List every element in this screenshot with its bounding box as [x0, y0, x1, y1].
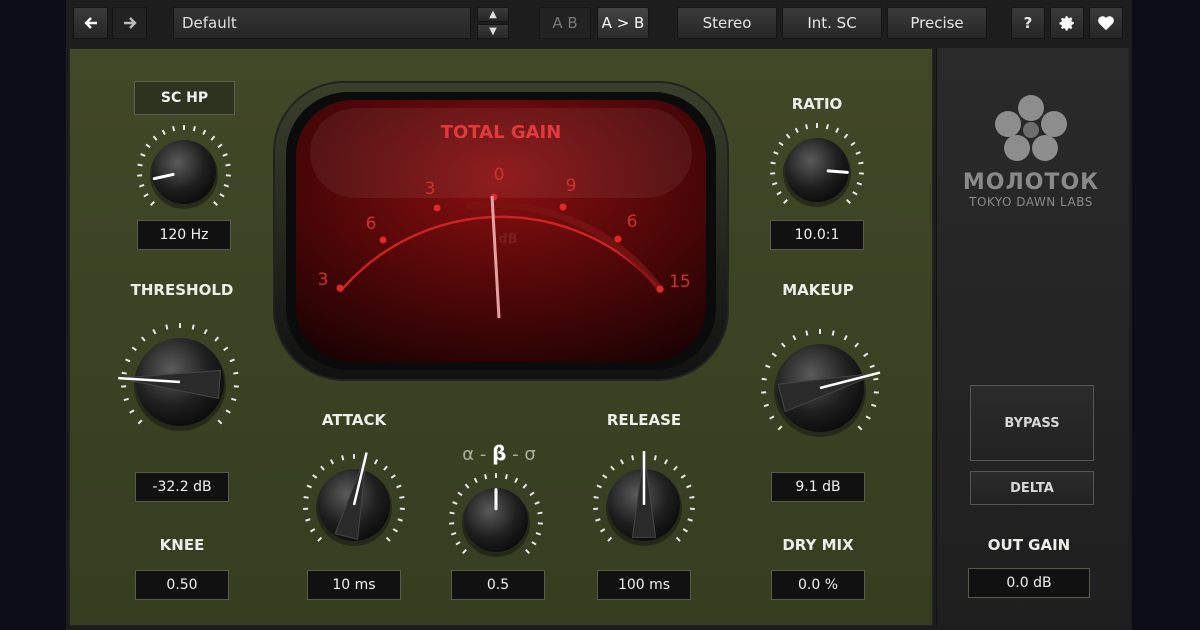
a-to-b-label: A > B: [601, 14, 645, 32]
meter-title: TOTAL GAIN: [440, 122, 562, 143]
knee-value[interactable]: 0.50: [135, 570, 229, 600]
meter-tick: [379, 236, 387, 244]
stereo-button[interactable]: Stereo: [677, 7, 777, 39]
favorite-button[interactable]: [1089, 7, 1123, 39]
meter-scale-label: 6: [626, 212, 638, 232]
dry-mix-value[interactable]: 0.0 %: [771, 570, 865, 600]
character-selector[interactable]: α - β - σ: [462, 441, 536, 465]
preset-prev-button[interactable]: ▲: [477, 7, 509, 22]
a-to-b-button[interactable]: A > B: [597, 7, 649, 39]
ratio-knob[interactable]: [765, 118, 869, 222]
maker-name: TOKYO DAWN LABS: [969, 195, 1093, 209]
precise-label: Precise: [910, 14, 964, 32]
brand-name: МОЛОТОК: [962, 170, 1100, 195]
precise-button[interactable]: Precise: [887, 7, 987, 39]
meter-tick: [336, 284, 344, 292]
attack-value[interactable]: 10 ms: [307, 570, 401, 600]
meter-scale-label: 9: [565, 176, 577, 196]
release-value[interactable]: 100 ms: [597, 570, 691, 600]
gear-icon: [1059, 16, 1074, 31]
attack-knob[interactable]: [298, 449, 410, 561]
preset-next-button[interactable]: ▼: [477, 24, 509, 39]
sc-hp-knob[interactable]: [132, 120, 236, 224]
delta-label: DELTA: [1010, 480, 1054, 496]
sc-hp-label: SC HP: [160, 90, 209, 106]
character-knob[interactable]: [444, 468, 548, 572]
forward-button[interactable]: [112, 7, 147, 39]
ratio-label: RATIO: [791, 95, 843, 113]
sc-hp-button[interactable]: SC HP: [134, 81, 235, 115]
makeup-label: MAKEUP: [782, 281, 854, 299]
out-gain-value[interactable]: 0.0 dB: [968, 568, 1090, 598]
makeup-value[interactable]: 9.1 dB: [771, 472, 865, 502]
heart-icon: [1098, 16, 1114, 31]
meter-scale-label: 6: [365, 214, 377, 234]
threshold-knob[interactable]: [116, 318, 244, 446]
preset-name: Default: [182, 14, 237, 32]
meter-scale-label: 3: [424, 179, 436, 199]
help-button[interactable]: ?: [1011, 7, 1045, 39]
preset-selector[interactable]: Default: [173, 7, 471, 39]
sigma-option[interactable]: σ: [524, 444, 535, 465]
meter-scale-label: 3: [317, 270, 329, 290]
ratio-value[interactable]: 10.0:1: [770, 220, 864, 250]
arrow-right-icon: [123, 17, 137, 29]
alpha-option[interactable]: α: [462, 444, 474, 465]
back-button[interactable]: [73, 7, 108, 39]
chevron-up-icon: ▲: [489, 9, 497, 20]
dry-mix-label: DRY MIX: [782, 536, 854, 554]
meter-unit: dB: [498, 232, 518, 247]
delta-button[interactable]: DELTA: [970, 471, 1094, 505]
threshold-label: THRESHOLD: [130, 281, 234, 299]
release-knob[interactable]: [588, 449, 700, 561]
meter-tick: [656, 285, 664, 293]
makeup-knob[interactable]: [756, 324, 884, 452]
out-gain-label: OUT GAIN: [987, 536, 1071, 554]
meter-tick: [614, 235, 622, 243]
chevron-down-icon: ▼: [489, 26, 497, 37]
threshold-value[interactable]: -32.2 dB: [135, 472, 229, 502]
meter-scale-label: 15: [669, 272, 691, 292]
meter-tick: [433, 204, 441, 212]
attack-label: ATTACK: [321, 411, 387, 429]
sc-hp-value[interactable]: 120 Hz: [137, 220, 231, 250]
ab-button[interactable]: A B: [539, 7, 591, 39]
flower-logo-icon: [995, 95, 1067, 161]
int-sc-button[interactable]: Int. SC: [782, 7, 882, 39]
character-value[interactable]: 0.5: [451, 570, 545, 600]
knee-label: KNEE: [159, 536, 205, 554]
arrow-left-icon: [83, 17, 97, 29]
meter-tick: [559, 203, 567, 211]
ab-label: A B: [552, 14, 578, 32]
settings-button[interactable]: [1050, 7, 1084, 39]
help-label: ?: [1023, 14, 1033, 32]
release-label: RELEASE: [606, 411, 682, 429]
beta-option[interactable]: β: [492, 441, 506, 465]
int-sc-label: Int. SC: [807, 14, 857, 32]
meter-scale-label: 0: [493, 165, 505, 185]
bypass-label: BYPASS: [1004, 415, 1060, 431]
stereo-label: Stereo: [702, 14, 752, 32]
bypass-button[interactable]: BYPASS: [970, 385, 1094, 461]
